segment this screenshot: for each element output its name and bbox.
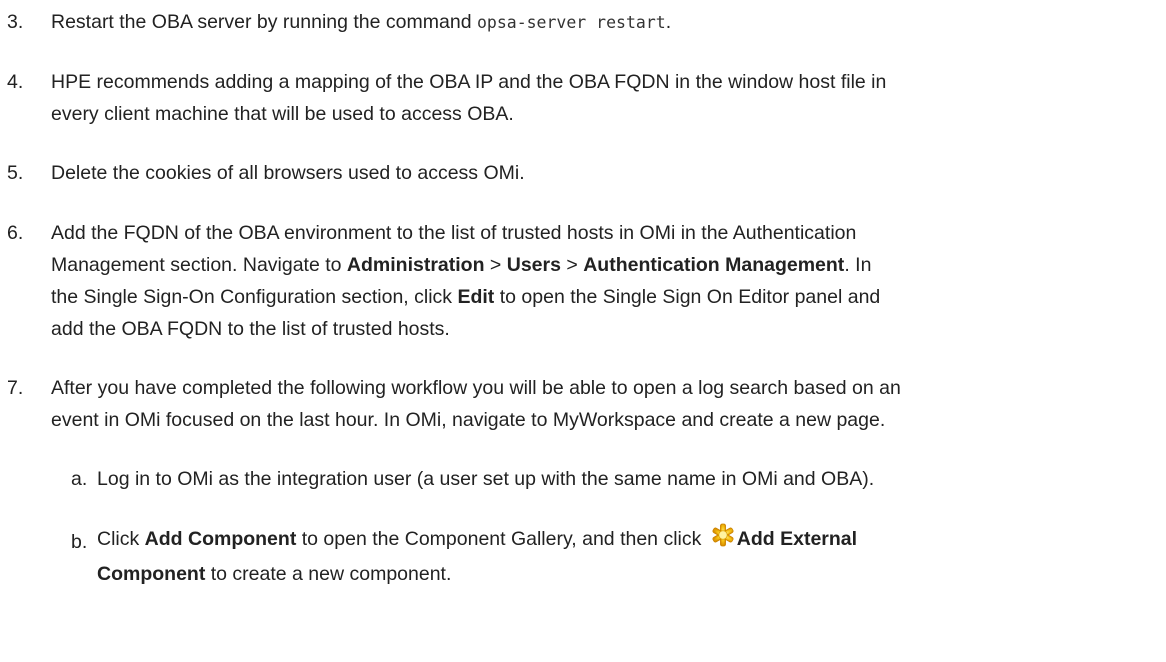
command-code: opsa-server restart (476, 13, 666, 32)
step-number: 4. (7, 71, 24, 93)
menu-authentication-management: Authentication Management (583, 254, 845, 276)
substep-line: Click Add Component to open the Componen… (97, 520, 1157, 558)
step-text: After you have completed the following w… (51, 372, 1161, 436)
edit-label: Edit (457, 286, 495, 308)
step-line: Management section. Navigate to Administ… (51, 249, 1161, 281)
path-separator: > (560, 254, 584, 276)
step-text-post: . (665, 11, 672, 33)
add-external-component-icon (711, 522, 734, 547)
add-external-label: Add External (736, 528, 858, 550)
menu-administration: Administration (346, 254, 485, 276)
step-line-pre: the Single Sign-On Configuration section… (51, 286, 458, 308)
document-page: 3. Restart the OBA server by running the… (0, 0, 1166, 662)
step-line: After you have completed the following w… (51, 377, 901, 399)
step-line: the Single Sign-On Configuration section… (51, 281, 1161, 313)
substep-text: Click Add Component to open the Componen… (97, 520, 1157, 590)
substep-text: Log in to OMi as the integration user (a… (97, 468, 875, 490)
menu-users: Users (506, 254, 561, 276)
step-line-post: to open the Single Sign On Editor panel … (494, 286, 881, 308)
step-text: HPE recommends adding a mapping of the O… (51, 66, 1161, 130)
step-line: add the OBA FQDN to the list of trusted … (51, 318, 450, 340)
substep-line-post: to create a new component. (205, 563, 452, 585)
step-line: Add the FQDN of the OBA environment to t… (51, 222, 857, 244)
step-text: Restart the OBA server by running the co… (51, 6, 1161, 39)
step-text: Delete the cookies of all browsers used … (51, 162, 525, 184)
add-component-label: Add Component (144, 528, 297, 550)
step-line-post: . In (844, 254, 872, 276)
step-line-pre: Management section. Navigate to (51, 254, 347, 276)
step-number: 3. (7, 11, 24, 33)
path-separator: > (484, 254, 507, 276)
step-line: every client machine that will be used t… (51, 103, 514, 125)
step-line: HPE recommends adding a mapping of the O… (51, 71, 887, 93)
substep-line: Component to create a new component. (97, 558, 1157, 590)
substep-line-pre: Click (97, 528, 145, 550)
step-text: Add the FQDN of the OBA environment to t… (51, 217, 1161, 345)
step-number: 5. (7, 162, 24, 184)
step-number: 6. (7, 222, 24, 244)
step-number: 7. (7, 377, 24, 399)
substep-line-mid: to open the Component Gallery, and then … (296, 528, 707, 550)
step-line: event in OMi focused on the last hour. I… (51, 409, 886, 431)
component-label: Component (97, 563, 206, 585)
step-text-pre: Restart the OBA server by running the co… (51, 11, 477, 33)
